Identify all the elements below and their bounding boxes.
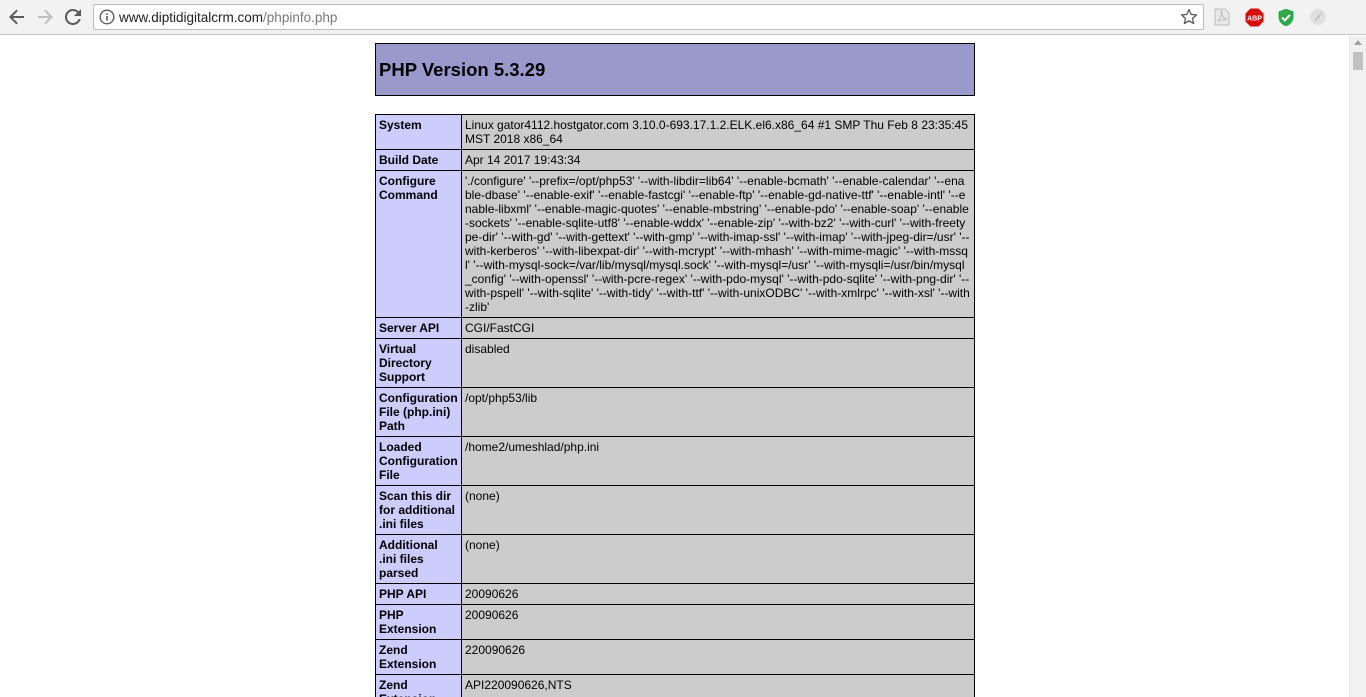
row-key: Build Date bbox=[375, 149, 462, 171]
table-row: PHP API 20090626 bbox=[375, 583, 975, 605]
row-value: (none) bbox=[461, 485, 975, 535]
address-bar[interactable]: www.diptidigitalcrm.com/phpinfo.php bbox=[93, 4, 1204, 30]
row-value: Linux gator4112.hostgator.com 3.10.0-693… bbox=[461, 114, 975, 150]
scroll-thumb[interactable] bbox=[1353, 52, 1363, 70]
shield-extension-button[interactable] bbox=[1276, 7, 1296, 27]
table-row: Configuration File (php.ini) Path/opt/ph… bbox=[375, 387, 975, 437]
url-text: www.diptidigitalcrm.com/phpinfo.php bbox=[119, 10, 337, 25]
row-key: PHP Extension bbox=[375, 604, 462, 640]
reload-button[interactable] bbox=[60, 5, 86, 29]
pdf-extension-button[interactable] bbox=[1212, 7, 1232, 27]
row-value: 20090626 bbox=[461, 583, 975, 605]
row-key: System bbox=[375, 114, 462, 150]
table-row: Configure Command './configure' '--prefix… bbox=[375, 170, 975, 318]
forward-arrow-icon bbox=[38, 9, 53, 25]
back-arrow-icon bbox=[9, 9, 24, 25]
row-value: /opt/php53/lib bbox=[461, 387, 975, 437]
table-row: Zend Extension 220090626 bbox=[375, 639, 975, 675]
row-key: Zend Extension Build bbox=[375, 674, 462, 697]
page-title: PHP Version 5.3.29 bbox=[379, 58, 546, 80]
phpinfo-container: PHP Version 5.3.29 System Linux gator4112… bbox=[375, 43, 975, 697]
row-key: Configuration File (php.ini) Path bbox=[375, 387, 462, 437]
row-value: (none) bbox=[461, 534, 975, 584]
row-value: Apr 14 2017 19:43:34 bbox=[461, 149, 975, 171]
table-row: Loaded Configuration File/home2/umeshlad… bbox=[375, 436, 975, 486]
url-path: /phpinfo.php bbox=[263, 10, 338, 25]
scroll-up-arrow-icon[interactable] bbox=[1354, 40, 1362, 45]
row-key: Scan this dir for additional .ini files bbox=[375, 485, 462, 535]
adblock-plus-icon: ABP bbox=[1245, 8, 1263, 26]
row-key: Virtual Directory Support bbox=[375, 338, 462, 388]
table-row: PHP Extension 20090626 bbox=[375, 604, 975, 640]
row-key: Loaded Configuration File bbox=[375, 436, 462, 486]
table-row: Server API CGI/FastCGI bbox=[375, 317, 975, 339]
row-key: Zend Extension bbox=[375, 639, 462, 675]
pdf-extension-icon bbox=[1214, 8, 1230, 26]
row-key: Configure Command bbox=[375, 170, 462, 318]
table-row: Scan this dir for additional .ini files(… bbox=[375, 485, 975, 535]
php-version-header: PHP Version 5.3.29 bbox=[375, 43, 975, 96]
table-row: Additional .ini files parsed (none) bbox=[375, 534, 975, 584]
url-host: www.diptidigitalcrm.com bbox=[119, 10, 264, 25]
feather-extension-button[interactable] bbox=[1308, 7, 1328, 27]
phpinfo-table: System Linux gator4112.hostgator.com 3.10… bbox=[375, 114, 975, 697]
reload-icon bbox=[65, 9, 81, 25]
adblock-label: ABP bbox=[1247, 15, 1262, 22]
info-icon[interactable] bbox=[99, 9, 115, 25]
browser-toolbar: www.diptidigitalcrm.com/phpinfo.php ABP bbox=[0, 0, 1366, 35]
row-value: 20090626 bbox=[461, 604, 975, 640]
row-key: Server API bbox=[375, 317, 462, 339]
feather-extension-icon bbox=[1310, 9, 1326, 25]
adblock-plus-button[interactable]: ABP bbox=[1244, 7, 1264, 27]
forward-button[interactable] bbox=[32, 5, 58, 29]
row-key: PHP API bbox=[375, 583, 462, 605]
row-value: './configure' '--prefix=/opt/php53' '--w… bbox=[461, 170, 975, 318]
row-value: /home2/umeshlad/php.ini bbox=[461, 436, 975, 486]
table-row: Build Date Apr 14 2017 19:43:34 bbox=[375, 149, 975, 171]
row-key: Additional .ini files parsed bbox=[375, 534, 462, 584]
row-value: CGI/FastCGI bbox=[461, 317, 975, 339]
page-viewport: PHP Version 5.3.29 System Linux gator4112… bbox=[0, 36, 1349, 697]
table-row: Virtual Directory Support disabled bbox=[375, 338, 975, 388]
table-row: Zend Extension BuildAPI220090626,NTS bbox=[375, 674, 975, 697]
bookmark-star-icon[interactable] bbox=[1180, 8, 1198, 26]
back-button[interactable] bbox=[4, 5, 30, 29]
vertical-scrollbar[interactable] bbox=[1349, 36, 1366, 697]
row-value: disabled bbox=[461, 338, 975, 388]
table-row: System Linux gator4112.hostgator.com 3.10… bbox=[375, 114, 975, 150]
shield-extension-icon bbox=[1278, 8, 1294, 26]
row-value: API220090626,NTS bbox=[461, 674, 975, 697]
row-value: 220090626 bbox=[461, 639, 975, 675]
